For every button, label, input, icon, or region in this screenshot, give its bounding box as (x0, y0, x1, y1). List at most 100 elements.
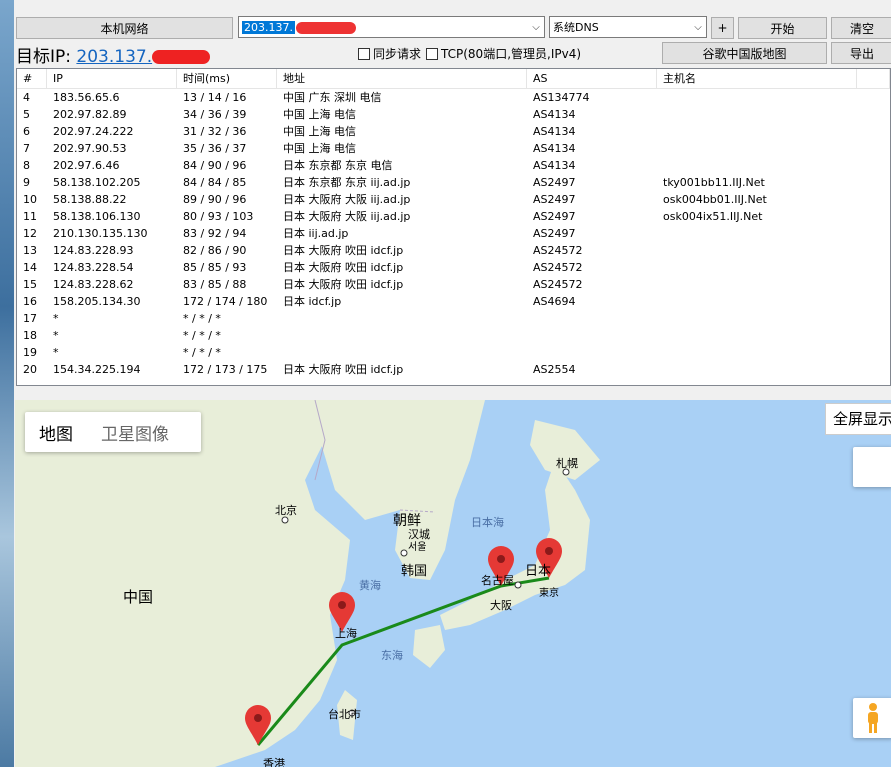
cell-as: AS4134 (533, 142, 576, 155)
cell-hostname (657, 106, 857, 123)
cell-as: AS24572 (533, 278, 583, 291)
google-china-map-button[interactable]: 谷歌中国版地图 (662, 42, 827, 64)
map-label-east-sea: 东海 (381, 649, 403, 662)
table-row[interactable]: 18 * * / * / * (17, 327, 890, 344)
cell-ip: 202.97.24.222 (53, 125, 134, 138)
table-row[interactable]: 11 58.138.106.130 80 / 93 / 103 日本 大阪府 大阪 i… (17, 208, 890, 225)
map-label-tokyo: 東京 (539, 588, 559, 599)
table-row[interactable]: 6 202.97.24.222 31 / 32 / 36 中国 上海 电信 AS4134 (17, 123, 890, 140)
map-label-yellow-sea: 黄海 (359, 579, 381, 592)
local-network-button[interactable]: 本机网络 (16, 17, 233, 39)
cell-index: 9 (23, 176, 30, 189)
column-header-time[interactable]: 时间(ms) (177, 69, 277, 88)
cell-ip: 124.83.228.62 (53, 278, 134, 291)
cell-address: 日本 大阪府 吹田 idcf.jp (283, 278, 404, 291)
cell-hostname (657, 276, 857, 293)
table-row[interactable]: 20 154.34.225.194 172 / 173 / 175 日本 大阪府 吹田… (17, 361, 890, 378)
table-row[interactable]: 12 210.130.135.130 83 / 92 / 94 日本 iij.ad.j… (17, 225, 890, 242)
cell-address: 日本 iij.ad.jp (283, 227, 349, 240)
cell-as: AS4134 (533, 159, 576, 172)
table-row[interactable]: 17 * * / * / * (17, 310, 890, 327)
cell-address: 中国 上海 电信 (283, 125, 356, 138)
sync-request-checkbox[interactable]: 同步请求 (358, 45, 421, 62)
cell-index: 8 (23, 159, 30, 172)
cell-time: 83 / 85 / 88 (183, 278, 247, 291)
cell-time: * / * / * (183, 312, 221, 325)
cell-hostname (657, 242, 857, 259)
cell-hostname (657, 123, 857, 140)
table-row[interactable]: 9 58.138.102.205 84 / 84 / 85 日本 东京都 东京 iij… (17, 174, 890, 191)
start-button[interactable]: 开始 (738, 17, 827, 39)
checkbox-box[interactable] (426, 47, 438, 60)
table-row[interactable]: 15 124.83.228.62 83 / 85 / 88 日本 大阪府 吹田 idc… (17, 276, 890, 293)
target-ip-label: 目标IP: (16, 47, 71, 67)
trace-results-table[interactable]: # IP 时间(ms) 地址 AS 主机名 4 183.56.65.6 13 / 1… (16, 68, 891, 386)
add-button[interactable]: + (711, 17, 734, 39)
map-label-china: 中国 (123, 588, 154, 606)
table-row[interactable]: 8 202.97.6.46 84 / 90 / 96 日本 东京都 东京 电信 AS41… (17, 157, 890, 174)
cell-index: 11 (23, 210, 37, 223)
chevron-down-icon[interactable]: ⌵ (690, 22, 706, 33)
cell-ip: 202.97.90.53 (53, 142, 127, 155)
column-header-ip[interactable]: IP (47, 69, 177, 88)
table-row[interactable]: 13 124.83.228.93 82 / 86 / 90 日本 大阪府 吹田 idc… (17, 242, 890, 259)
cell-hostname (657, 259, 857, 276)
street-view-control[interactable] (853, 698, 891, 738)
dns-select[interactable]: 系统DNS ⌵ (549, 16, 707, 38)
cell-ip: 202.97.82.89 (53, 108, 127, 121)
cell-index: 7 (23, 142, 30, 155)
map-type-satellite-tab[interactable]: 卫星图像 (87, 420, 183, 445)
map-type-map-tab[interactable]: 地图 (25, 420, 87, 445)
cell-address (277, 327, 527, 344)
cell-address (277, 310, 527, 327)
column-header-as[interactable]: AS (527, 69, 657, 88)
cell-time: 13 / 14 / 16 (183, 91, 247, 104)
cell-time: 34 / 36 / 39 (183, 108, 247, 121)
cell-hostname (657, 225, 857, 242)
tcp-option-checkbox[interactable]: TCP(80端口,管理员,IPv4) (426, 45, 581, 62)
kyushu (413, 625, 445, 668)
cell-index: 17 (23, 312, 37, 325)
table-row[interactable]: 7 202.97.90.53 35 / 36 / 37 中国 上海 电信 AS4134 (17, 140, 890, 157)
cell-address: 日本 大阪府 吹田 idcf.jp (283, 261, 404, 274)
fullscreen-button[interactable]: 全屏显示 (825, 403, 891, 435)
clear-button[interactable]: 清空 (831, 17, 891, 39)
table-row[interactable]: 14 124.83.228.54 85 / 85 / 93 日本 大阪府 吹田 idc… (17, 259, 890, 276)
map-view[interactable]: 北京 朝鲜 汉城 서울 韩国 日本海 札幌 中国 黄海 上海 东海 名古屋 大阪… (15, 400, 891, 767)
table-row[interactable]: 19 * * / * / * (17, 344, 890, 361)
table-row[interactable]: 16 158.205.134.30 172 / 174 / 180 日本 idcf.j… (17, 293, 890, 310)
cell-address: 中国 上海 电信 (283, 142, 356, 155)
cell-as: AS4134 (533, 125, 576, 138)
cell-as: AS2497 (533, 176, 576, 189)
fullscreen-toggle-control[interactable] (853, 447, 891, 487)
export-button[interactable]: 导出 (831, 42, 891, 64)
chevron-down-icon[interactable]: ⌵ (528, 22, 544, 33)
cell-ip: * (53, 312, 59, 325)
checkbox-box[interactable] (358, 47, 370, 60)
map-label-shanghai: 上海 (335, 627, 357, 640)
column-header-hostname[interactable]: 主机名 (657, 69, 857, 88)
target-ip-link[interactable]: 203.137. (76, 47, 152, 67)
cell-hostname (657, 293, 857, 310)
table-row[interactable]: 4 183.56.65.6 13 / 14 / 16 中国 广东 深圳 电信 AS134… (17, 89, 890, 106)
column-header-index[interactable]: # (17, 69, 47, 88)
cell-time: 85 / 85 / 93 (183, 261, 247, 274)
target-ip-combo[interactable]: 203.137. ⌵ (238, 16, 545, 38)
cell-as: AS4694 (533, 295, 576, 308)
cell-hostname (657, 361, 857, 378)
cell-as: AS24572 (533, 261, 583, 274)
cell-as (527, 344, 657, 361)
map-type-control: 地图 卫星图像 (25, 412, 201, 452)
cell-hostname (657, 157, 857, 174)
map-label-nagoya: 名古屋 (481, 574, 514, 587)
cell-index: 4 (23, 91, 30, 104)
column-header-address[interactable]: 地址 (277, 69, 527, 88)
china-landmass (15, 400, 350, 767)
map-label-hongkong: 香港 (263, 757, 285, 767)
dns-select-value: 系统DNS (553, 21, 599, 34)
table-row[interactable]: 10 58.138.88.22 89 / 90 / 96 日本 大阪府 大阪 iij.… (17, 191, 890, 208)
cell-ip: 158.205.134.30 (53, 295, 141, 308)
table-row[interactable]: 5 202.97.82.89 34 / 36 / 39 中国 上海 电信 AS4134 (17, 106, 890, 123)
cell-index: 6 (23, 125, 30, 138)
cell-ip: 210.130.135.130 (53, 227, 148, 240)
